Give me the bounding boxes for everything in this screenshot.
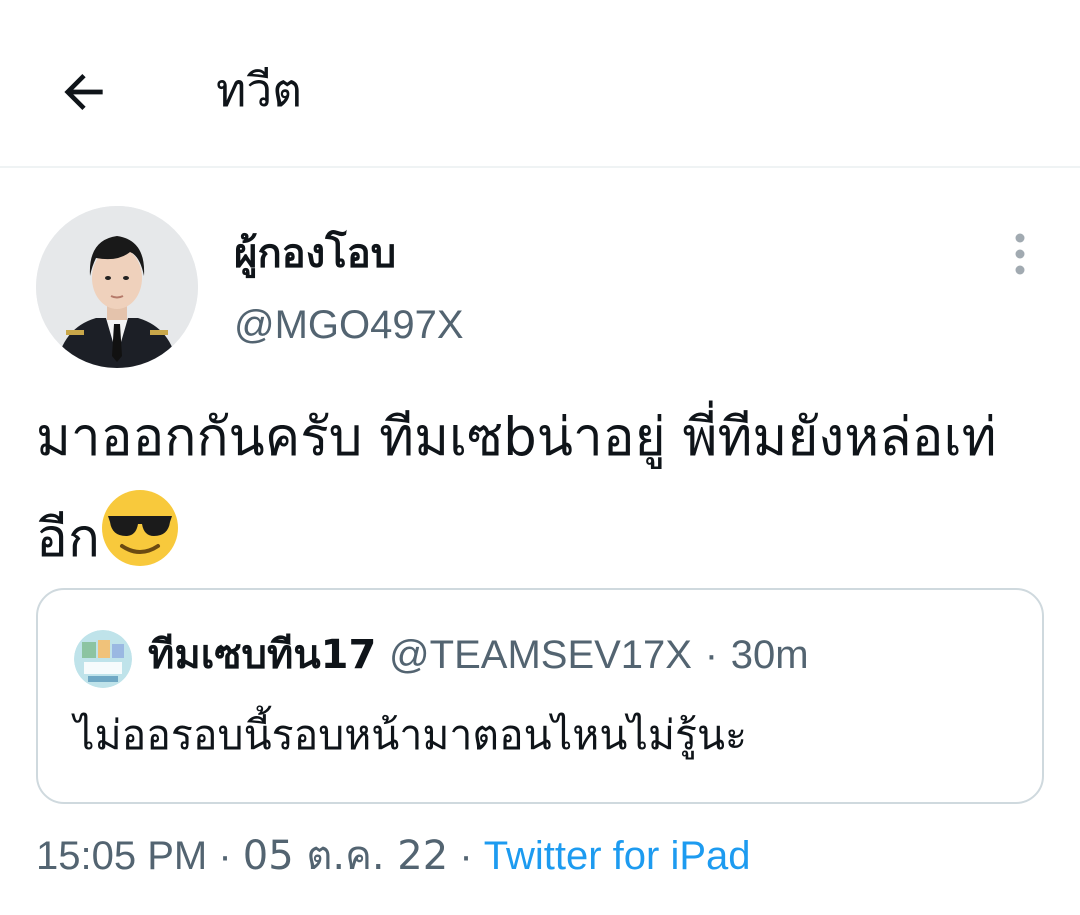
quote-display-name[interactable]: ทีมเซบทีน17 [148, 632, 376, 678]
profile-photo [36, 206, 198, 368]
tweet-text-content: มาออกกันครับ ทีมเซbน่าอยู่ พี่ทีมยังหล่อ… [36, 407, 997, 569]
more-vertical-icon [1015, 233, 1025, 275]
tweet-metadata: 15:05 PM · 05 ต.ค. 22 · Twitter for iPad [36, 824, 751, 888]
tweet-text: มาออกกันครับ ทีมเซbน่าอยู่ พี่ทีมยังหล่อ… [36, 388, 1046, 589]
quote-avatar-image [74, 630, 132, 688]
more-options-button[interactable] [996, 226, 1044, 282]
quote-text: ไม่ออรอบนี้รอบหน้ามาตอนไหนไม่รู้นะ [74, 711, 748, 759]
tweet-time[interactable]: 15:05 PM [36, 834, 207, 878]
quote-header: ทีมเซบทีน17 @TEAMSEV17X · 30m [148, 626, 809, 684]
display-name[interactable]: ผู้กองโอบ [234, 226, 396, 282]
arrow-left-icon [64, 74, 103, 110]
tweet-date[interactable]: 05 ต.ค. 22 [243, 833, 448, 879]
user-handle[interactable]: @MGO497X [234, 298, 464, 352]
separator-dot: · [704, 633, 719, 677]
back-button[interactable] [48, 56, 120, 128]
separator-dot: · [218, 834, 232, 878]
quote-avatar[interactable] [74, 630, 132, 688]
quote-timestamp[interactable]: 30m [731, 633, 809, 677]
tweet-source-link[interactable]: Twitter for iPad [484, 834, 751, 878]
page-title: ทวีต [216, 63, 303, 117]
avatar[interactable] [36, 206, 198, 368]
top-bar: ทวีต [0, 0, 1080, 168]
quote-handle[interactable]: @TEAMSEV17X [389, 633, 692, 677]
smiling-face-with-sunglasses-icon [101, 490, 178, 566]
quoted-tweet[interactable]: ทีมเซบทีน17 @TEAMSEV17X · 30m ไม่ออรอบนี… [36, 588, 1044, 804]
separator-dot: · [459, 834, 473, 878]
